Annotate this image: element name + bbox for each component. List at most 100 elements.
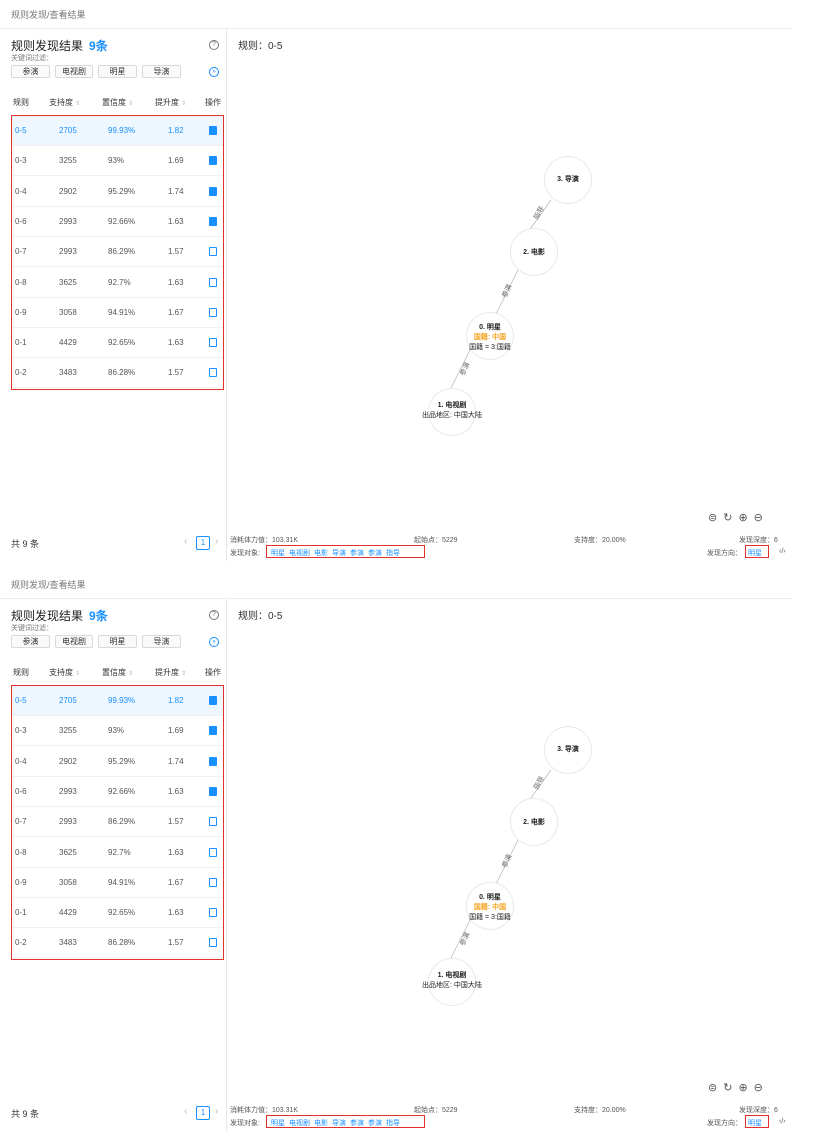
col-lift[interactable]: 提升度 ⇕ [155,97,186,108]
objects-highlight [266,1115,425,1128]
refresh-icon[interactable]: ↻ [723,512,738,524]
cell-support: 3625 [59,847,77,857]
edit-icon[interactable] [209,277,217,287]
table-row[interactable]: 0-2 3483 86.28% 1.57 [12,928,223,959]
edit-icon[interactable] [209,216,217,226]
edit-icon[interactable] [209,786,217,796]
sort-icon[interactable]: ⇕ [181,671,186,677]
table-row[interactable]: 0-7 2993 86.29% 1.57 [12,237,223,268]
tag-canyan[interactable]: 参演 [11,635,50,648]
edit-icon[interactable] [209,247,217,257]
edit-icon[interactable] [209,877,217,887]
zoom-out-icon[interactable]: ⊖ [754,1082,769,1094]
tag-director[interactable]: 导演 [142,65,181,78]
prev-page-icon[interactable]: ‹ [184,536,187,547]
col-lift-label: 提升度 [155,98,179,107]
node-tv-attr: 出品地区: 中国大陆 [422,412,482,419]
edit-icon[interactable] [209,368,217,378]
next-page-icon[interactable]: › [215,536,218,547]
graph-canvas[interactable]: 3. 导演 2. 电影 0. 明星 国籍: 中国 国籍 = 3:国籍 1. 电视… [228,620,792,1070]
table-row[interactable]: 0-6 2993 92.66% 1.63 [12,777,223,807]
cell-confidence: 94.91% [108,877,136,887]
col-support-label: 支持度 [49,98,73,107]
table-row[interactable]: 0-9 3058 94.91% 1.67 [12,298,223,328]
cell-confidence: 94.91% [108,307,136,317]
zoom-in-icon[interactable]: ⊕ [738,512,753,524]
edit-icon[interactable] [209,847,217,857]
table-row[interactable]: 0-1 4429 92.65% 1.63 [12,898,223,929]
tag-tv[interactable]: 电视剧 [55,635,93,648]
result-title-text: 规则发现结果 [11,39,84,53]
sort-icon[interactable]: ⇕ [128,101,133,107]
cell-rule: 0-4 [15,186,27,196]
tag-director[interactable]: 导演 [142,635,181,648]
col-lift[interactable]: 提升度 ⇕ [155,667,186,678]
col-support-label: 支持度 [49,668,73,677]
node-movie-label: 2. 电影 [474,247,594,257]
fit-icon[interactable]: ⊜ [708,1082,723,1094]
node-movie-text: 2. 电影 [523,819,545,826]
table-row[interactable]: 0-3 3255 93% 1.69 [12,146,223,177]
table-row[interactable]: 0-4 2902 95.29% 1.74 [12,747,223,777]
expand-icon[interactable]: » [209,637,219,647]
expand-icon[interactable]: » [209,67,219,77]
sort-icon[interactable]: ⇕ [181,101,186,107]
tag-star[interactable]: 明星 [98,635,137,648]
table-row[interactable]: 0-4 2902 95.29% 1.74 [12,177,223,207]
table-row[interactable]: 0-5 2705 99.93% 1.82 [12,686,223,716]
result-title: 规则发现结果 9条 [11,37,108,54]
edit-icon[interactable] [209,756,217,766]
table-row[interactable]: 0-3 3255 93% 1.69 [12,716,223,747]
sort-icon[interactable]: ⇕ [75,671,80,677]
edit-icon[interactable] [209,696,217,705]
next-page-icon[interactable]: › [215,1106,218,1117]
help-icon[interactable]: ? [209,610,219,620]
page-1[interactable]: 1 [196,536,210,550]
graph-toolbar: ⊜↻⊕⊖ [708,511,769,524]
tag-star[interactable]: 明星 [98,65,137,78]
edit-icon[interactable] [209,126,217,135]
cell-rule: 0-5 [15,696,27,705]
table-row[interactable]: 0-2 3483 86.28% 1.57 [12,358,223,389]
col-support[interactable]: 支持度 ⇕ [49,667,80,678]
col-confidence[interactable]: 置信度 ⇕ [102,667,133,678]
edit-icon[interactable] [209,817,217,827]
refresh-icon[interactable]: ↻ [723,1082,738,1094]
cell-support: 2993 [59,817,77,827]
table-row[interactable]: 0-8 3625 92.7% 1.63 [12,268,223,298]
depth-text: 发现深度：6 [739,1107,778,1114]
prev-page-icon[interactable]: ‹ [184,1106,187,1117]
page-1[interactable]: 1 [196,1106,210,1120]
table-row[interactable]: 0-6 2993 92.66% 1.63 [12,207,223,237]
sort-icon[interactable]: ⇕ [75,101,80,107]
fit-icon[interactable]: ⊜ [708,512,723,524]
tag-canyan[interactable]: 参演 [11,65,50,78]
table-row[interactable]: 0-1 4429 92.65% 1.63 [12,328,223,359]
edit-icon[interactable] [209,156,217,166]
table-row[interactable]: 0-8 3625 92.7% 1.63 [12,838,223,868]
table-row[interactable]: 0-9 3058 94.91% 1.67 [12,868,223,898]
edit-icon[interactable] [209,338,217,348]
edit-icon[interactable] [209,908,217,918]
support-text: 支持度：20.00% [574,537,626,544]
sort-icon[interactable]: ⇕ [128,671,133,677]
table-row[interactable]: 0-7 2993 86.29% 1.57 [12,807,223,838]
edit-icon[interactable] [209,307,217,317]
edit-icon[interactable] [209,726,217,736]
graph-toolbar: ⊜↻⊕⊖ [708,1081,769,1094]
cell-lift: 1.63 [168,847,184,857]
edit-icon[interactable] [209,186,217,196]
code-icon[interactable]: ‹/› [779,548,786,555]
tag-tv[interactable]: 电视剧 [55,65,93,78]
col-support[interactable]: 支持度 ⇕ [49,97,80,108]
zoom-in-icon[interactable]: ⊕ [738,1082,753,1094]
edit-icon[interactable] [209,938,217,948]
col-lift-label: 提升度 [155,668,179,677]
help-icon[interactable]: ? [209,40,219,50]
graph-canvas[interactable]: 3. 导演 2. 电影 0. 明星 国籍: 中国 国籍 = 3:国籍 1. 电视… [228,50,792,500]
zoom-out-icon[interactable]: ⊖ [754,512,769,524]
table-row[interactable]: 0-5 2705 99.93% 1.82 [12,116,223,146]
cell-lift: 1.63 [168,338,184,348]
code-icon[interactable]: ‹/› [779,1118,786,1125]
col-confidence[interactable]: 置信度 ⇕ [102,97,133,108]
